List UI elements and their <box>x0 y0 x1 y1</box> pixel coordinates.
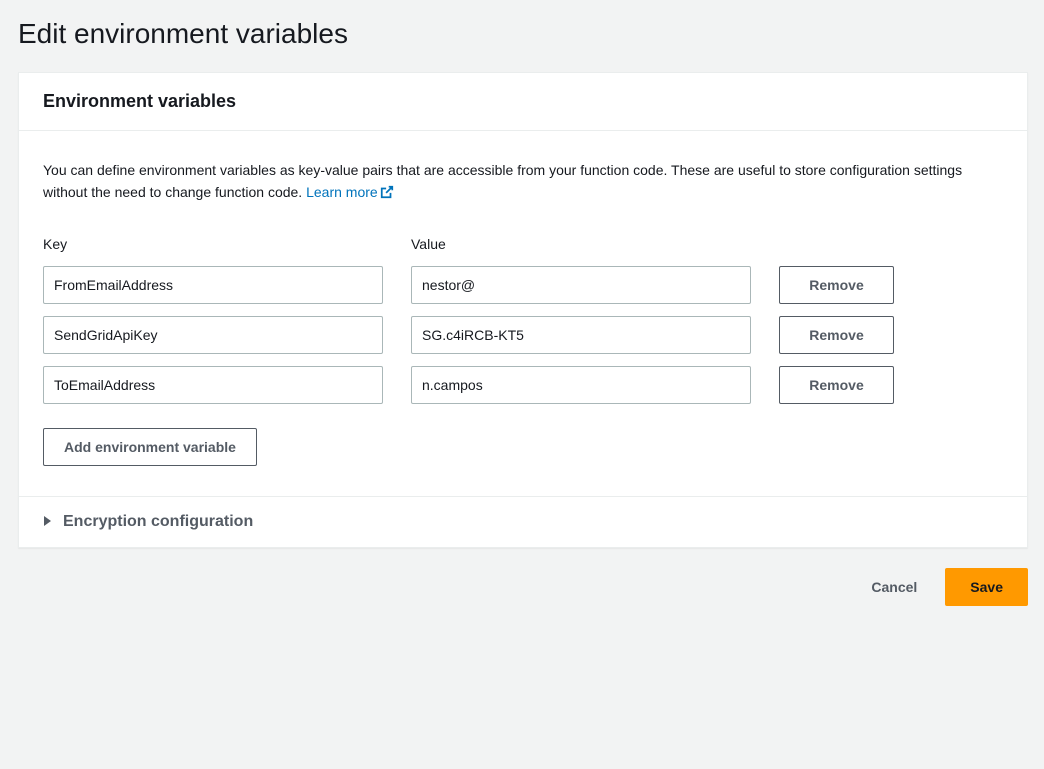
remove-button[interactable]: Remove <box>779 266 894 304</box>
env-vars-grid: Key Value Remove Remove Remove <box>43 236 1003 404</box>
description-text: You can define environment variables as … <box>43 162 962 200</box>
key-column-header: Key <box>43 236 383 252</box>
encryption-config-title: Encryption configuration <box>63 513 253 531</box>
save-button[interactable]: Save <box>945 568 1028 606</box>
card-title: Environment variables <box>43 91 1003 112</box>
card-header: Environment variables <box>19 73 1027 131</box>
encryption-config-section[interactable]: Encryption configuration <box>19 496 1027 547</box>
value-input[interactable] <box>411 366 751 404</box>
key-input[interactable] <box>43 266 383 304</box>
add-env-var-button[interactable]: Add environment variable <box>43 428 257 466</box>
card-description: You can define environment variables as … <box>43 159 1003 206</box>
cancel-button[interactable]: Cancel <box>855 568 933 606</box>
value-input[interactable] <box>411 266 751 304</box>
key-input[interactable] <box>43 316 383 354</box>
triangle-right-icon <box>43 514 53 530</box>
external-link-icon <box>380 183 394 205</box>
footer-actions: Cancel Save <box>18 568 1028 606</box>
remove-button[interactable]: Remove <box>779 366 894 404</box>
value-column-header: Value <box>411 236 751 252</box>
key-input[interactable] <box>43 366 383 404</box>
card-body: You can define environment variables as … <box>19 131 1027 496</box>
remove-button[interactable]: Remove <box>779 316 894 354</box>
learn-more-link[interactable]: Learn more <box>306 184 394 200</box>
page-title: Edit environment variables <box>18 18 1028 50</box>
value-input[interactable] <box>411 316 751 354</box>
env-vars-card: Environment variables You can define env… <box>18 72 1028 548</box>
